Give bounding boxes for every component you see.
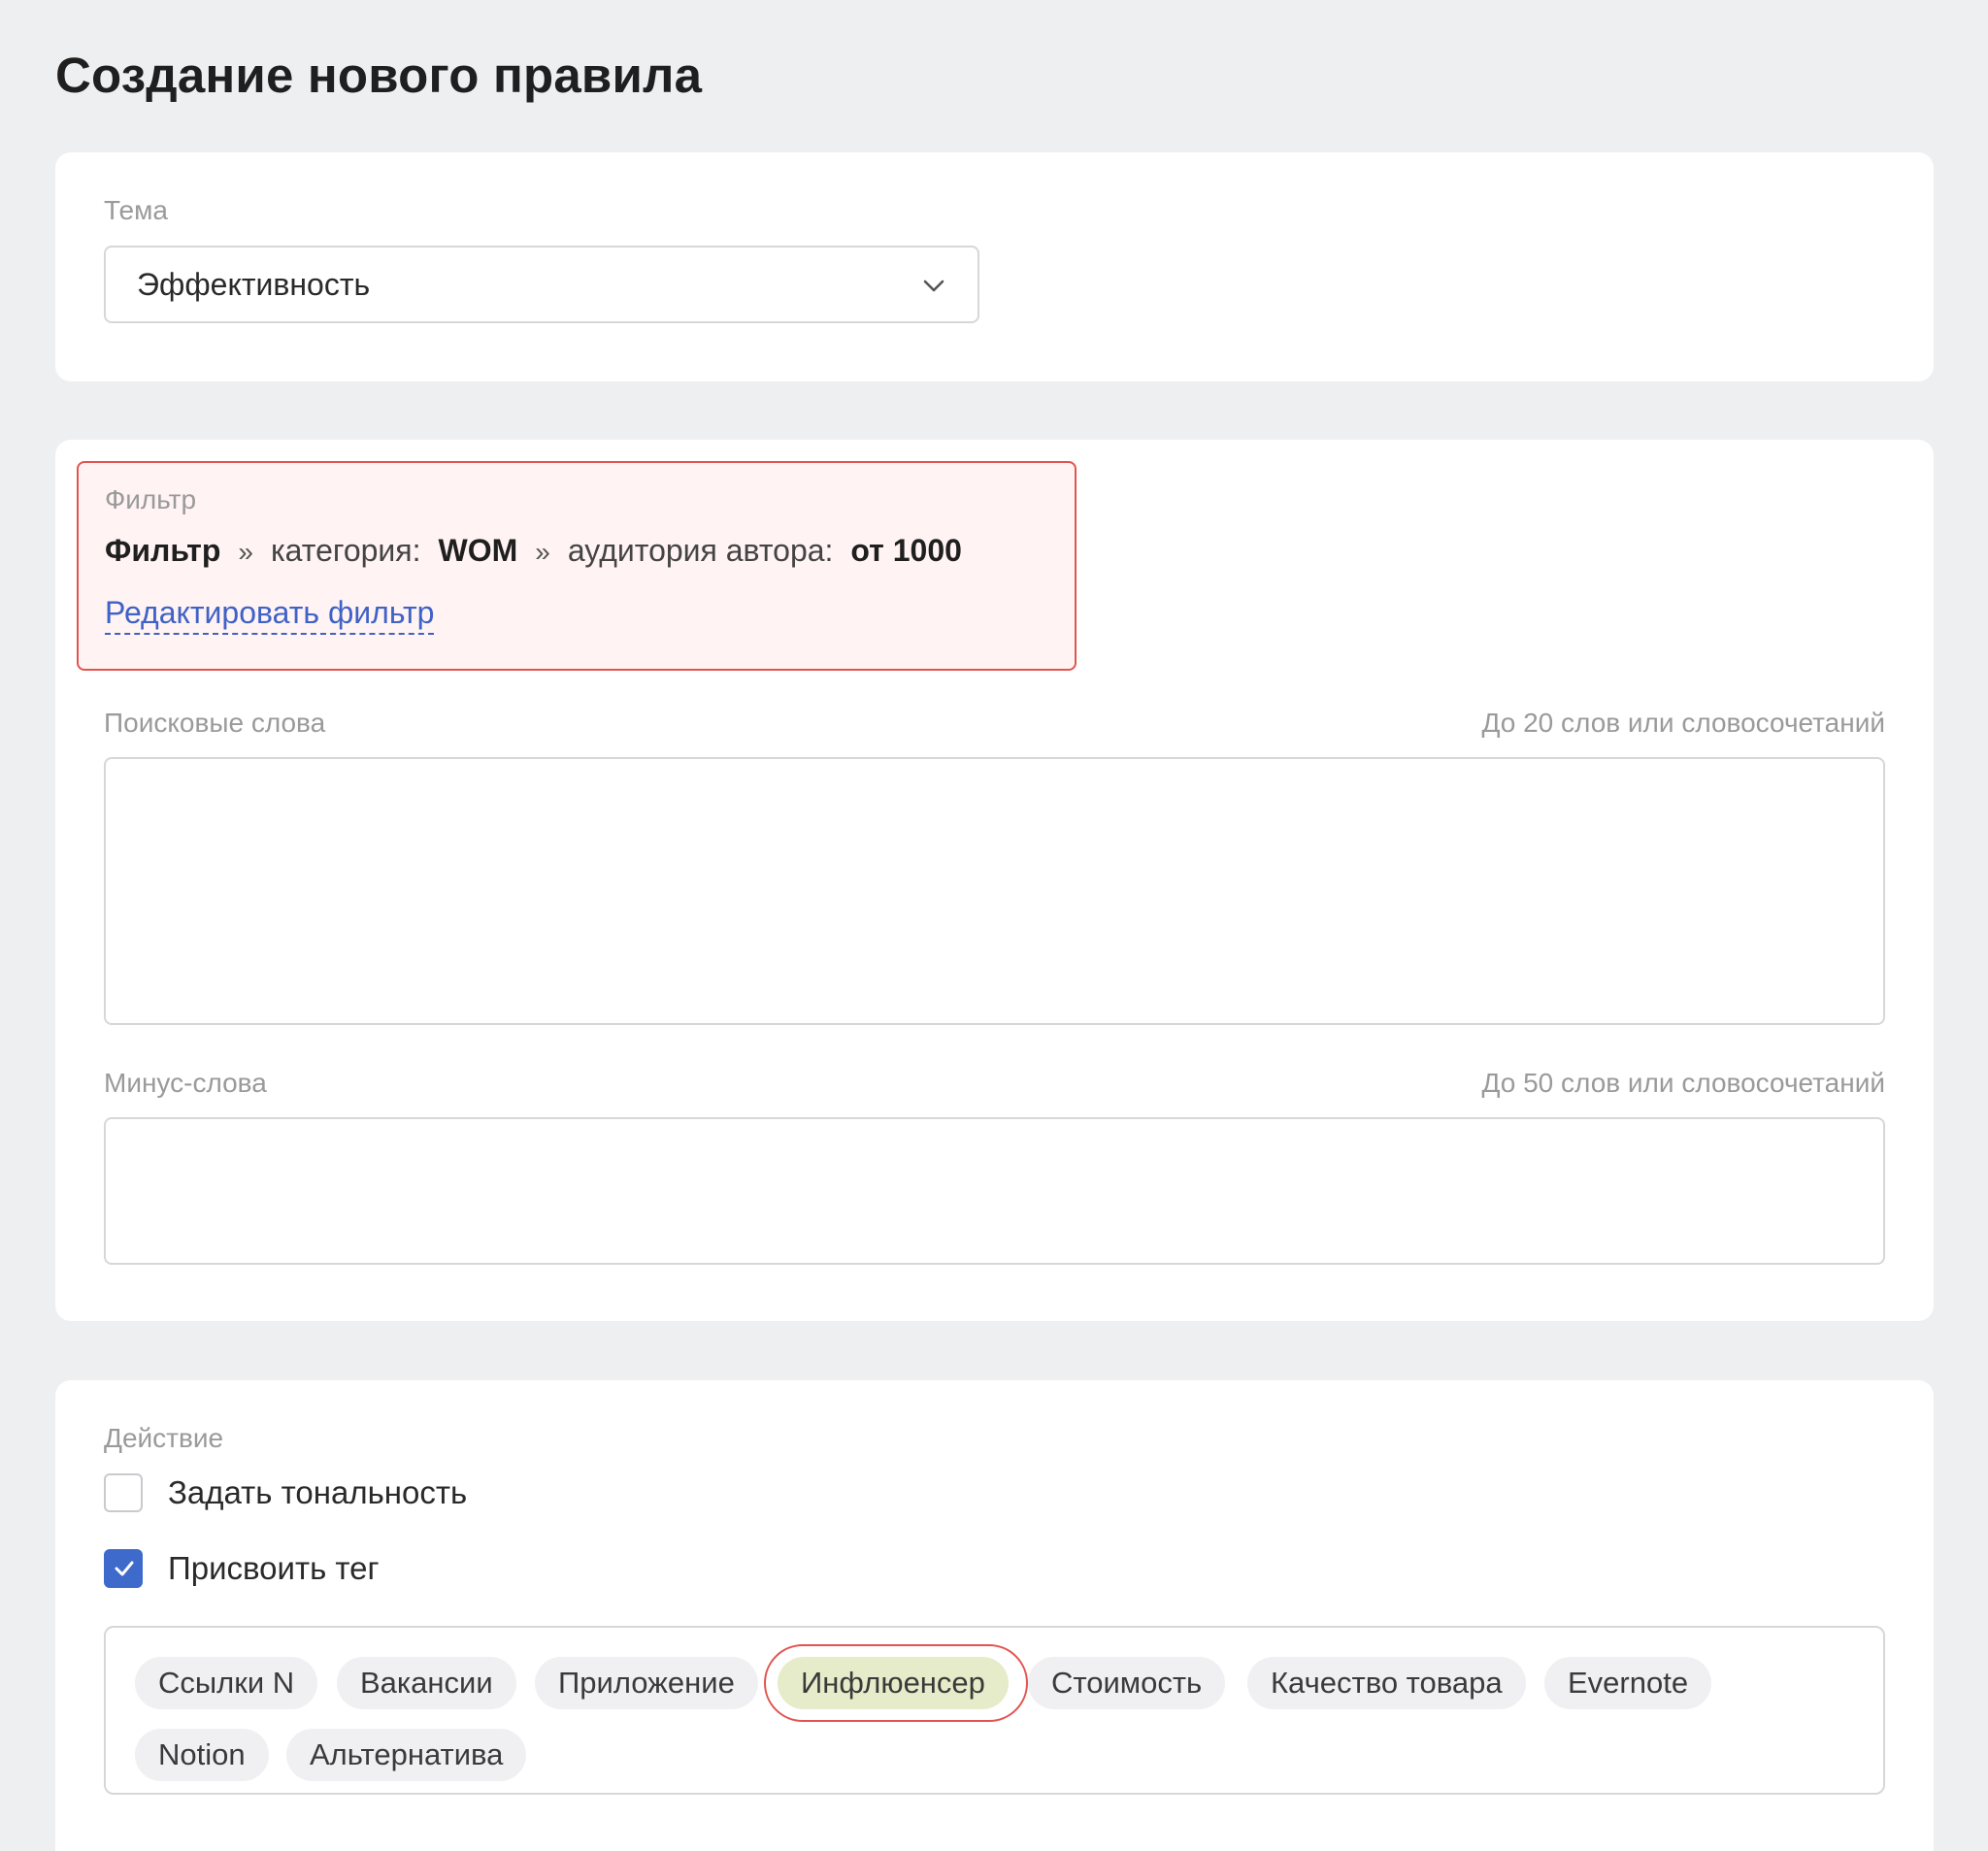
filter-path: Фильтр » категория: WOM » аудитория авто… — [105, 533, 962, 569]
tag-chip[interactable]: Вакансии — [337, 1657, 516, 1709]
filter-card: Фильтр Фильтр » категория: WOM » аудитор… — [55, 440, 1934, 1321]
assign-tag-option[interactable]: Присвоить тег — [104, 1549, 380, 1588]
filter-separator: » — [238, 537, 253, 567]
minus-words-hint: До 50 слов или словосочетаний — [1481, 1068, 1885, 1098]
search-words-hint: До 20 слов или словосочетаний — [1481, 708, 1885, 738]
tag-chip[interactable]: Приложение — [535, 1657, 758, 1709]
page-title: Создание нового правила — [55, 48, 703, 103]
theme-card: Тема Эффективность — [55, 152, 1934, 381]
set-tone-label: Задать тональность — [168, 1474, 468, 1510]
minus-words-input[interactable] — [104, 1117, 1885, 1265]
search-words-input[interactable] — [104, 757, 1885, 1025]
tag-list: Ссылки N Вакансии Приложение Инфлюенсер … — [104, 1626, 1885, 1795]
edit-filter-link[interactable]: Редактировать фильтр — [105, 595, 435, 635]
tag-chip[interactable]: Альтернатива — [286, 1729, 527, 1781]
filter-category-key: категория: — [270, 533, 421, 568]
filter-label: Фильтр — [105, 484, 197, 514]
tag-chip[interactable]: Стоимость — [1028, 1657, 1226, 1709]
search-words-label: Поисковые слова — [104, 708, 326, 738]
filter-audience-key: аудитория автора: — [567, 533, 834, 568]
tag-chip[interactable]: Ссылки N — [135, 1657, 318, 1709]
tag-chip-selected[interactable]: Инфлюенсер — [778, 1657, 1009, 1709]
tag-chip[interactable]: Качество товара — [1247, 1657, 1526, 1709]
theme-label: Тема — [104, 195, 168, 225]
tag-chip[interactable]: Notion — [135, 1729, 269, 1781]
tag-chip[interactable]: Evernote — [1544, 1657, 1712, 1709]
filter-category-value: WOM — [438, 533, 518, 568]
theme-select[interactable]: Эффективность — [104, 246, 979, 323]
check-icon — [115, 1561, 134, 1576]
action-label: Действие — [104, 1423, 224, 1453]
chevron-down-icon — [923, 280, 944, 292]
theme-select-value: Эффективность — [137, 267, 371, 302]
assign-tag-checkbox[interactable] — [104, 1549, 143, 1588]
filter-separator: » — [535, 537, 550, 567]
filter-audience-value: от 1000 — [850, 533, 962, 568]
set-tone-option[interactable]: Задать тональность — [104, 1473, 467, 1512]
filter-root: Фильтр — [105, 533, 221, 568]
filter-summary: Фильтр Фильтр » категория: WOM » аудитор… — [77, 461, 1077, 671]
set-tone-checkbox[interactable] — [104, 1473, 143, 1512]
action-card: Действие Задать тональность Присвоить те… — [55, 1380, 1934, 1851]
minus-words-label: Минус-слова — [104, 1068, 267, 1098]
assign-tag-label: Присвоить тег — [168, 1550, 380, 1586]
